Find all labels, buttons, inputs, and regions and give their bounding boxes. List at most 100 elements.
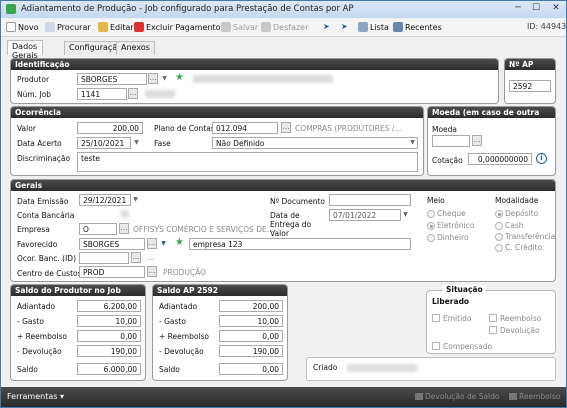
- ndoc-field[interactable]: [329, 194, 411, 206]
- new-button[interactable]: Novo: [6, 22, 39, 32]
- sp-gasto-value: 10,00: [77, 315, 141, 327]
- mod-transferencia-label: Transferência: [505, 232, 556, 241]
- compensado-checkbox[interactable]: [432, 342, 440, 350]
- mod-transferencia-radio[interactable]: [495, 233, 503, 241]
- sa-gasto-value: 10,00: [219, 315, 283, 327]
- plano-lookup-icon[interactable]: …: [281, 122, 291, 133]
- conta-label: Conta Bancária: [17, 211, 75, 220]
- meio-dinheiro-label: Dinheiro: [437, 233, 469, 242]
- sa-adiantado-label: Adiantado: [159, 302, 198, 311]
- devolucao-icon: [415, 393, 423, 400]
- nav-next-icon[interactable]: ➤: [341, 22, 348, 31]
- produtor-field[interactable]: SBORGES: [77, 73, 147, 85]
- produtor-dropdown-icon[interactable]: ▼: [160, 73, 169, 84]
- moeda-lookup-icon[interactable]: …: [472, 135, 482, 146]
- entrega-field[interactable]: 07/01/2022: [329, 209, 401, 221]
- sa-gasto-label: - Gasto: [159, 317, 186, 326]
- fase-select[interactable]: Não Definido: [212, 137, 418, 149]
- situacao-header: Situação: [443, 285, 486, 294]
- fase-dropdown-icon[interactable]: ▼: [408, 137, 417, 148]
- num-job-field[interactable]: 1141: [77, 88, 127, 100]
- ocor-field[interactable]: [79, 252, 129, 264]
- tab-dados-gerais[interactable]: Dados Gerais: [7, 40, 43, 60]
- mod-credito-label: C. Crédito: [505, 243, 543, 252]
- favorecido-field[interactable]: SBORGES: [79, 238, 145, 250]
- maximize-icon[interactable]: ☐: [529, 3, 543, 15]
- recent-button[interactable]: Recentes: [393, 22, 442, 32]
- devolucao-checkbox[interactable]: [489, 326, 497, 334]
- fase-label: Fase: [154, 139, 171, 148]
- criado-redacted: [347, 364, 417, 372]
- reembolso-label: Reembolso: [500, 314, 542, 323]
- close-icon[interactable]: ✕: [549, 3, 563, 15]
- moeda-label: Moeda: [432, 125, 458, 134]
- job-lookup-icon[interactable]: …: [128, 88, 138, 99]
- cotacao-label: Cotação: [432, 156, 463, 165]
- data-acerto-dropdown-icon[interactable]: ▼: [132, 137, 141, 148]
- add-star-icon[interactable]: ★: [175, 73, 185, 83]
- mod-credito-radio[interactable]: [495, 244, 503, 252]
- ferramentas-menu[interactable]: Ferramentas ▾: [7, 392, 64, 401]
- moeda-field[interactable]: [432, 135, 470, 147]
- num-job-label: Núm. Job: [17, 90, 51, 99]
- valor-field[interactable]: 200,00: [77, 122, 143, 134]
- mod-deposito-radio[interactable]: [495, 210, 503, 218]
- conta-redacted: [121, 210, 129, 218]
- cc-field[interactable]: PROD: [79, 266, 145, 278]
- title-bar: Adiantamento de Produção - Job configura…: [1, 1, 566, 18]
- edit-button[interactable]: Editar: [98, 22, 134, 32]
- ocor-lookup-icon[interactable]: …: [131, 252, 141, 263]
- empresa-description: OFFISYS COMÉRCIO E SERVIÇOS DE...: [133, 225, 274, 234]
- mod-cash-radio[interactable]: [495, 222, 503, 230]
- plano-code-field[interactable]: 012.094: [212, 122, 278, 134]
- meio-dinheiro-radio[interactable]: [427, 234, 435, 242]
- info-icon[interactable]: i: [536, 153, 547, 164]
- identificacao-header: Identificação: [11, 59, 498, 70]
- favorecido-desc-field[interactable]: empresa 123: [189, 238, 411, 250]
- discriminacao-field[interactable]: teste: [77, 152, 418, 172]
- favorecido-add-icon[interactable]: ★: [175, 238, 185, 248]
- app-icon: [6, 4, 16, 14]
- cc-lookup-icon[interactable]: …: [147, 266, 157, 277]
- emissao-dropdown-icon[interactable]: ▼: [131, 194, 140, 205]
- empresa-code-field[interactable]: O: [79, 223, 117, 235]
- emitido-label: Emitido: [443, 314, 472, 323]
- sp-devolucao-value: 190,00: [77, 345, 141, 357]
- meio-eletronico-radio[interactable]: [427, 222, 435, 230]
- nav-prev-icon[interactable]: ➤: [323, 22, 330, 31]
- identificacao-panel: Identificação Produtor SBORGES … ▼ ★ Núm…: [10, 58, 499, 104]
- data-acerto-field[interactable]: 25/10/2021: [77, 137, 131, 149]
- ap-number-field: 2592: [509, 80, 551, 92]
- empresa-lookup-icon[interactable]: …: [119, 223, 129, 234]
- cotacao-field[interactable]: 0,000000000: [468, 153, 532, 165]
- produtor-label: Produtor: [17, 75, 50, 84]
- sa-saldo-value: 0,00: [219, 363, 283, 375]
- valor-label: Valor: [17, 124, 36, 133]
- emitido-checkbox[interactable]: [432, 314, 440, 322]
- reembolso-button[interactable]: Reembolso: [509, 392, 560, 401]
- saldo-ap-header: Saldo AP 2592: [153, 285, 287, 296]
- undo-button[interactable]: Desfazer: [261, 22, 308, 32]
- situacao-group: Situação Liberado Emitido Reembolso Devo…: [426, 285, 556, 354]
- ocorrencia-header: Ocorrência: [11, 107, 423, 118]
- save-button[interactable]: Salvar: [221, 22, 258, 32]
- tab-anexos[interactable]: Anexos: [116, 41, 155, 55]
- ocor-label: Ocor. Banc. (ID): [17, 254, 77, 263]
- devolucao-saldo-button[interactable]: Devolução de Saldo: [415, 392, 500, 401]
- favorecido-lookup-icon[interactable]: …: [147, 238, 157, 249]
- search-button[interactable]: Procurar: [45, 22, 91, 32]
- list-button[interactable]: Lista: [358, 22, 389, 32]
- delete-payment-button[interactable]: Excluir Pagamento: [134, 22, 221, 32]
- produtor-lookup-icon[interactable]: …: [148, 73, 158, 84]
- app-window: Adiantamento de Produção - Job configura…: [0, 0, 567, 408]
- sa-reembolso-value: 0,00: [219, 330, 283, 342]
- favorecido-dropdown-icon[interactable]: ▼: [159, 238, 168, 249]
- toolbar: Novo Procurar Editar Excluir Pagamento S…: [1, 19, 566, 37]
- meio-cheque-radio[interactable]: [427, 210, 435, 218]
- minimize-icon[interactable]: ─: [511, 3, 525, 15]
- entrega-dropdown-icon[interactable]: ▼: [401, 209, 410, 220]
- reembolso-checkbox[interactable]: [489, 314, 497, 322]
- sp-reembolso-value: 0,00: [77, 330, 141, 342]
- emissao-field[interactable]: 29/12/2021: [79, 194, 131, 206]
- status-bar: Ferramentas ▾ Devolução de Saldo Reembol…: [1, 387, 566, 407]
